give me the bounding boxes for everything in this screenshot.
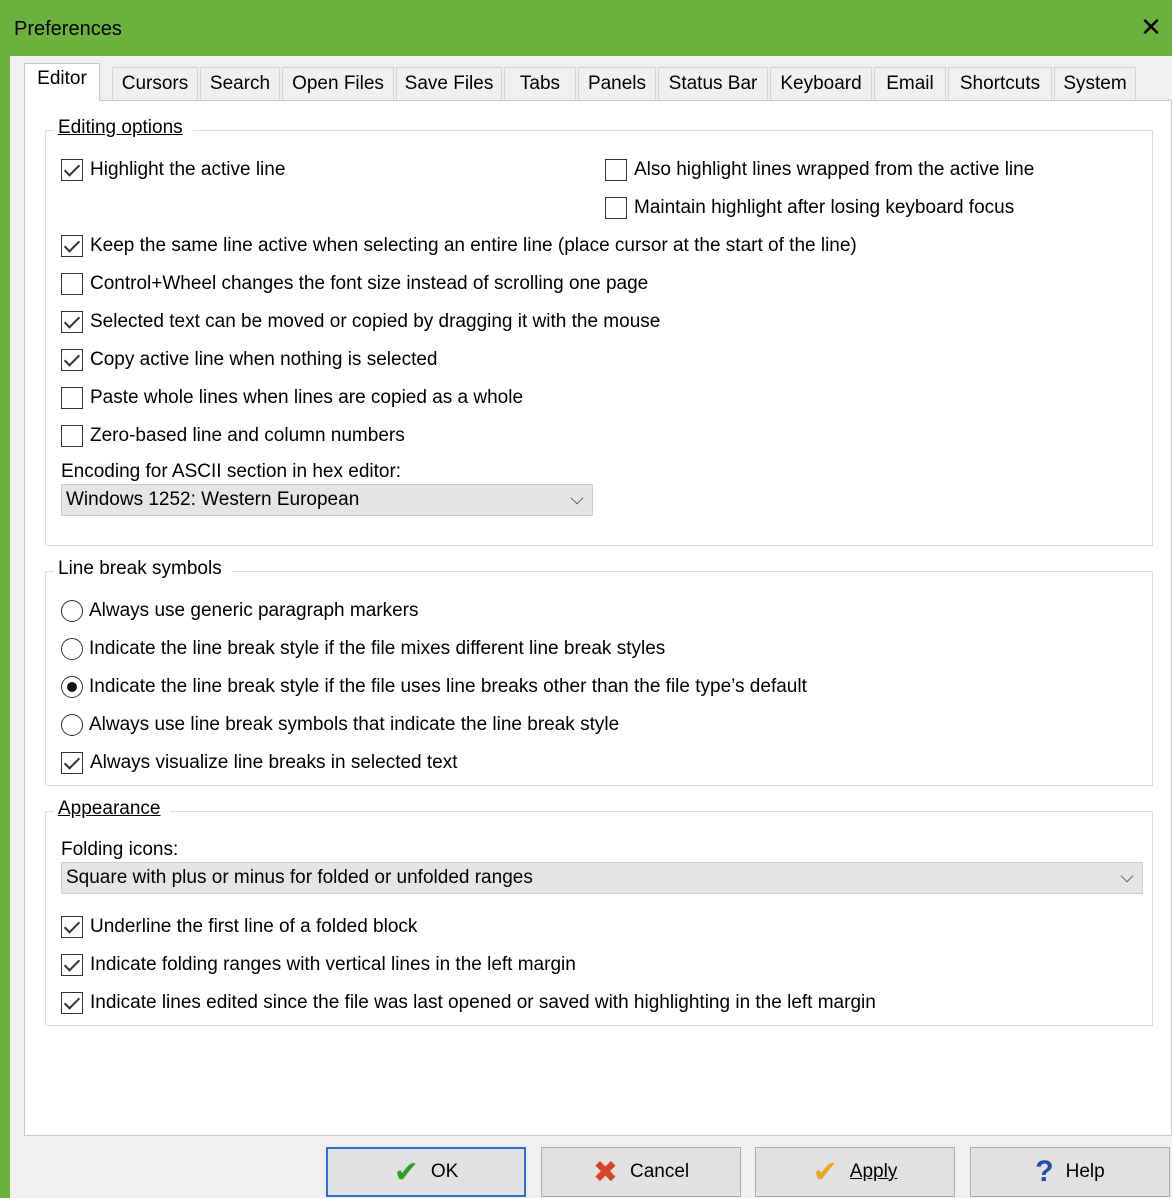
linebreak-label-3: Indicate the line break style if the fil… <box>89 676 807 697</box>
appearance-title: Appearance <box>54 798 171 820</box>
keep-same-line-label: Keep the same line active when selecting… <box>90 235 857 256</box>
close-icon[interactable]: ✕ <box>1136 12 1166 43</box>
linebreak-option-2[interactable]: Indicate the line break style if the fil… <box>61 635 665 663</box>
underline-first-checkbox[interactable] <box>61 916 83 938</box>
highlight-active-label: Highlight the active line <box>90 159 286 180</box>
paste-whole-checkbox[interactable] <box>61 387 83 409</box>
copy-active-option[interactable]: Copy active line when nothing is selecte… <box>61 346 437 374</box>
line-break-title: Line break symbols <box>54 558 232 580</box>
highlight-active-checkbox[interactable] <box>61 159 83 181</box>
tab-open-files[interactable]: Open Files <box>282 67 394 101</box>
also-highlight-checkbox[interactable] <box>605 159 627 181</box>
linebreak-label-4: Always use line break symbols that indic… <box>89 714 620 735</box>
title-bar: Preferences ✕ <box>10 0 1172 56</box>
indicate-edited-checkbox[interactable] <box>61 992 83 1014</box>
tab-search[interactable]: Search <box>200 67 280 101</box>
help-button[interactable]: ? Help <box>970 1147 1170 1197</box>
paste-whole-option[interactable]: Paste whole lines when lines are copied … <box>61 384 523 412</box>
tab-system[interactable]: System <box>1054 67 1136 101</box>
window-title: Preferences <box>14 18 122 40</box>
linebreak-option-1[interactable]: Always use generic paragraph markers <box>61 597 419 625</box>
paste-whole-label: Paste whole lines when lines are copied … <box>90 387 524 408</box>
tab-editor[interactable]: Editor <box>24 63 100 101</box>
tab-save-files[interactable]: Save Files <box>396 67 502 101</box>
copy-active-checkbox[interactable] <box>61 349 83 371</box>
visualize-breaks-option[interactable]: Always visualize line breaks in selected… <box>61 749 458 777</box>
zero-based-checkbox[interactable] <box>61 425 83 447</box>
drag-text-label: Selected text can be moved or copied by … <box>90 311 661 332</box>
help-label: Help <box>1065 1161 1105 1182</box>
cross-icon: ✖ <box>592 1155 618 1189</box>
apply-button[interactable]: ✔ Apply <box>755 1147 955 1197</box>
maintain-highlight-option[interactable]: Maintain highlight after losing keyboard… <box>605 194 1014 222</box>
drag-text-checkbox[interactable] <box>61 311 83 333</box>
encoding-select[interactable]: Windows 1252: Western European <box>61 484 593 516</box>
visualize-breaks-checkbox[interactable] <box>61 752 83 774</box>
appearance-group: Appearance Folding icons: Square with pl… <box>45 798 1153 1026</box>
keep-same-line-checkbox[interactable] <box>61 235 83 257</box>
control-wheel-checkbox[interactable] <box>61 273 83 295</box>
tab-email[interactable]: Email <box>874 67 946 101</box>
tab-cursors[interactable]: Cursors <box>112 67 198 101</box>
control-wheel-option[interactable]: Control+Wheel changes the font size inst… <box>61 270 648 298</box>
chevron-down-icon <box>1120 869 1134 883</box>
keep-same-line-option[interactable]: Keep the same line active when selecting… <box>61 232 857 260</box>
indicate-edited-option[interactable]: Indicate lines edited since the file was… <box>61 989 876 1017</box>
control-wheel-label: Control+Wheel changes the font size inst… <box>90 273 649 294</box>
checkmark-icon: ✔ <box>812 1155 838 1189</box>
tab-tabs[interactable]: Tabs <box>504 67 576 101</box>
maintain-highlight-checkbox[interactable] <box>605 197 627 219</box>
checkmark-icon: ✔ <box>393 1155 419 1189</box>
tab-shortcuts[interactable]: Shortcuts <box>948 67 1052 101</box>
drag-text-option[interactable]: Selected text can be moved or copied by … <box>61 308 660 336</box>
folding-select[interactable]: Square with plus or minus for folded or … <box>61 862 1143 894</box>
folding-label: Folding icons: <box>61 839 179 860</box>
also-highlight-label: Also highlight lines wrapped from the ac… <box>634 159 1035 180</box>
apply-label: Apply <box>849 1161 898 1182</box>
visualize-breaks-label: Always visualize line breaks in selected… <box>90 752 458 773</box>
editing-options-group: Editing options Highlight the active lin… <box>45 117 1153 546</box>
tab-panels[interactable]: Panels <box>578 67 656 101</box>
zero-based-label: Zero-based line and column numbers <box>90 425 405 446</box>
ok-button[interactable]: ✔ OK <box>326 1147 526 1197</box>
linebreak-label-2: Indicate the line break style if the fil… <box>89 638 666 659</box>
tab-keyboard[interactable]: Keyboard <box>770 67 872 101</box>
also-highlight-option[interactable]: Also highlight lines wrapped from the ac… <box>605 156 1034 184</box>
cancel-label: Cancel <box>629 1161 690 1182</box>
editor-panel: Editing options Highlight the active lin… <box>24 100 1172 1136</box>
indicate-edited-label: Indicate lines edited since the file was… <box>90 992 876 1013</box>
editing-options-title: Editing options <box>54 117 193 139</box>
indicate-folding-option[interactable]: Indicate folding ranges with vertical li… <box>61 951 576 979</box>
linebreak-label-1: Always use generic paragraph markers <box>89 600 419 621</box>
line-break-group: Line break symbols Always use generic pa… <box>45 558 1153 786</box>
linebreak-option-4[interactable]: Always use line break symbols that indic… <box>61 711 619 739</box>
indicate-folding-label: Indicate folding ranges with vertical li… <box>90 954 576 975</box>
encoding-value: Windows 1252: Western European <box>66 489 360 510</box>
linebreak-radio-1[interactable] <box>61 600 83 622</box>
encoding-label: Encoding for ASCII section in hex editor… <box>61 461 402 482</box>
copy-active-label: Copy active line when nothing is selecte… <box>90 349 438 370</box>
zero-based-option[interactable]: Zero-based line and column numbers <box>61 422 405 450</box>
linebreak-option-3[interactable]: Indicate the line break style if the fil… <box>61 673 807 701</box>
folding-value: Square with plus or minus for folded or … <box>66 867 533 888</box>
indicate-folding-checkbox[interactable] <box>61 954 83 976</box>
linebreak-radio-3[interactable] <box>61 676 83 698</box>
underline-first-label: Underline the first line of a folded blo… <box>90 916 418 937</box>
cancel-button[interactable]: ✖ Cancel <box>541 1147 741 1197</box>
preferences-window: Preferences ✕ Editor Cursors Search Open… <box>0 0 1172 1198</box>
linebreak-radio-2[interactable] <box>61 638 83 660</box>
highlight-active-option[interactable]: Highlight the active line <box>61 156 285 184</box>
linebreak-radio-4[interactable] <box>61 714 83 736</box>
maintain-highlight-label: Maintain highlight after losing keyboard… <box>634 197 1015 218</box>
question-icon: ? <box>1035 1155 1054 1188</box>
tab-status-bar[interactable]: Status Bar <box>658 67 768 101</box>
ok-label: OK <box>430 1161 459 1182</box>
chevron-down-icon <box>570 491 584 505</box>
underline-first-option[interactable]: Underline the first line of a folded blo… <box>61 913 417 941</box>
